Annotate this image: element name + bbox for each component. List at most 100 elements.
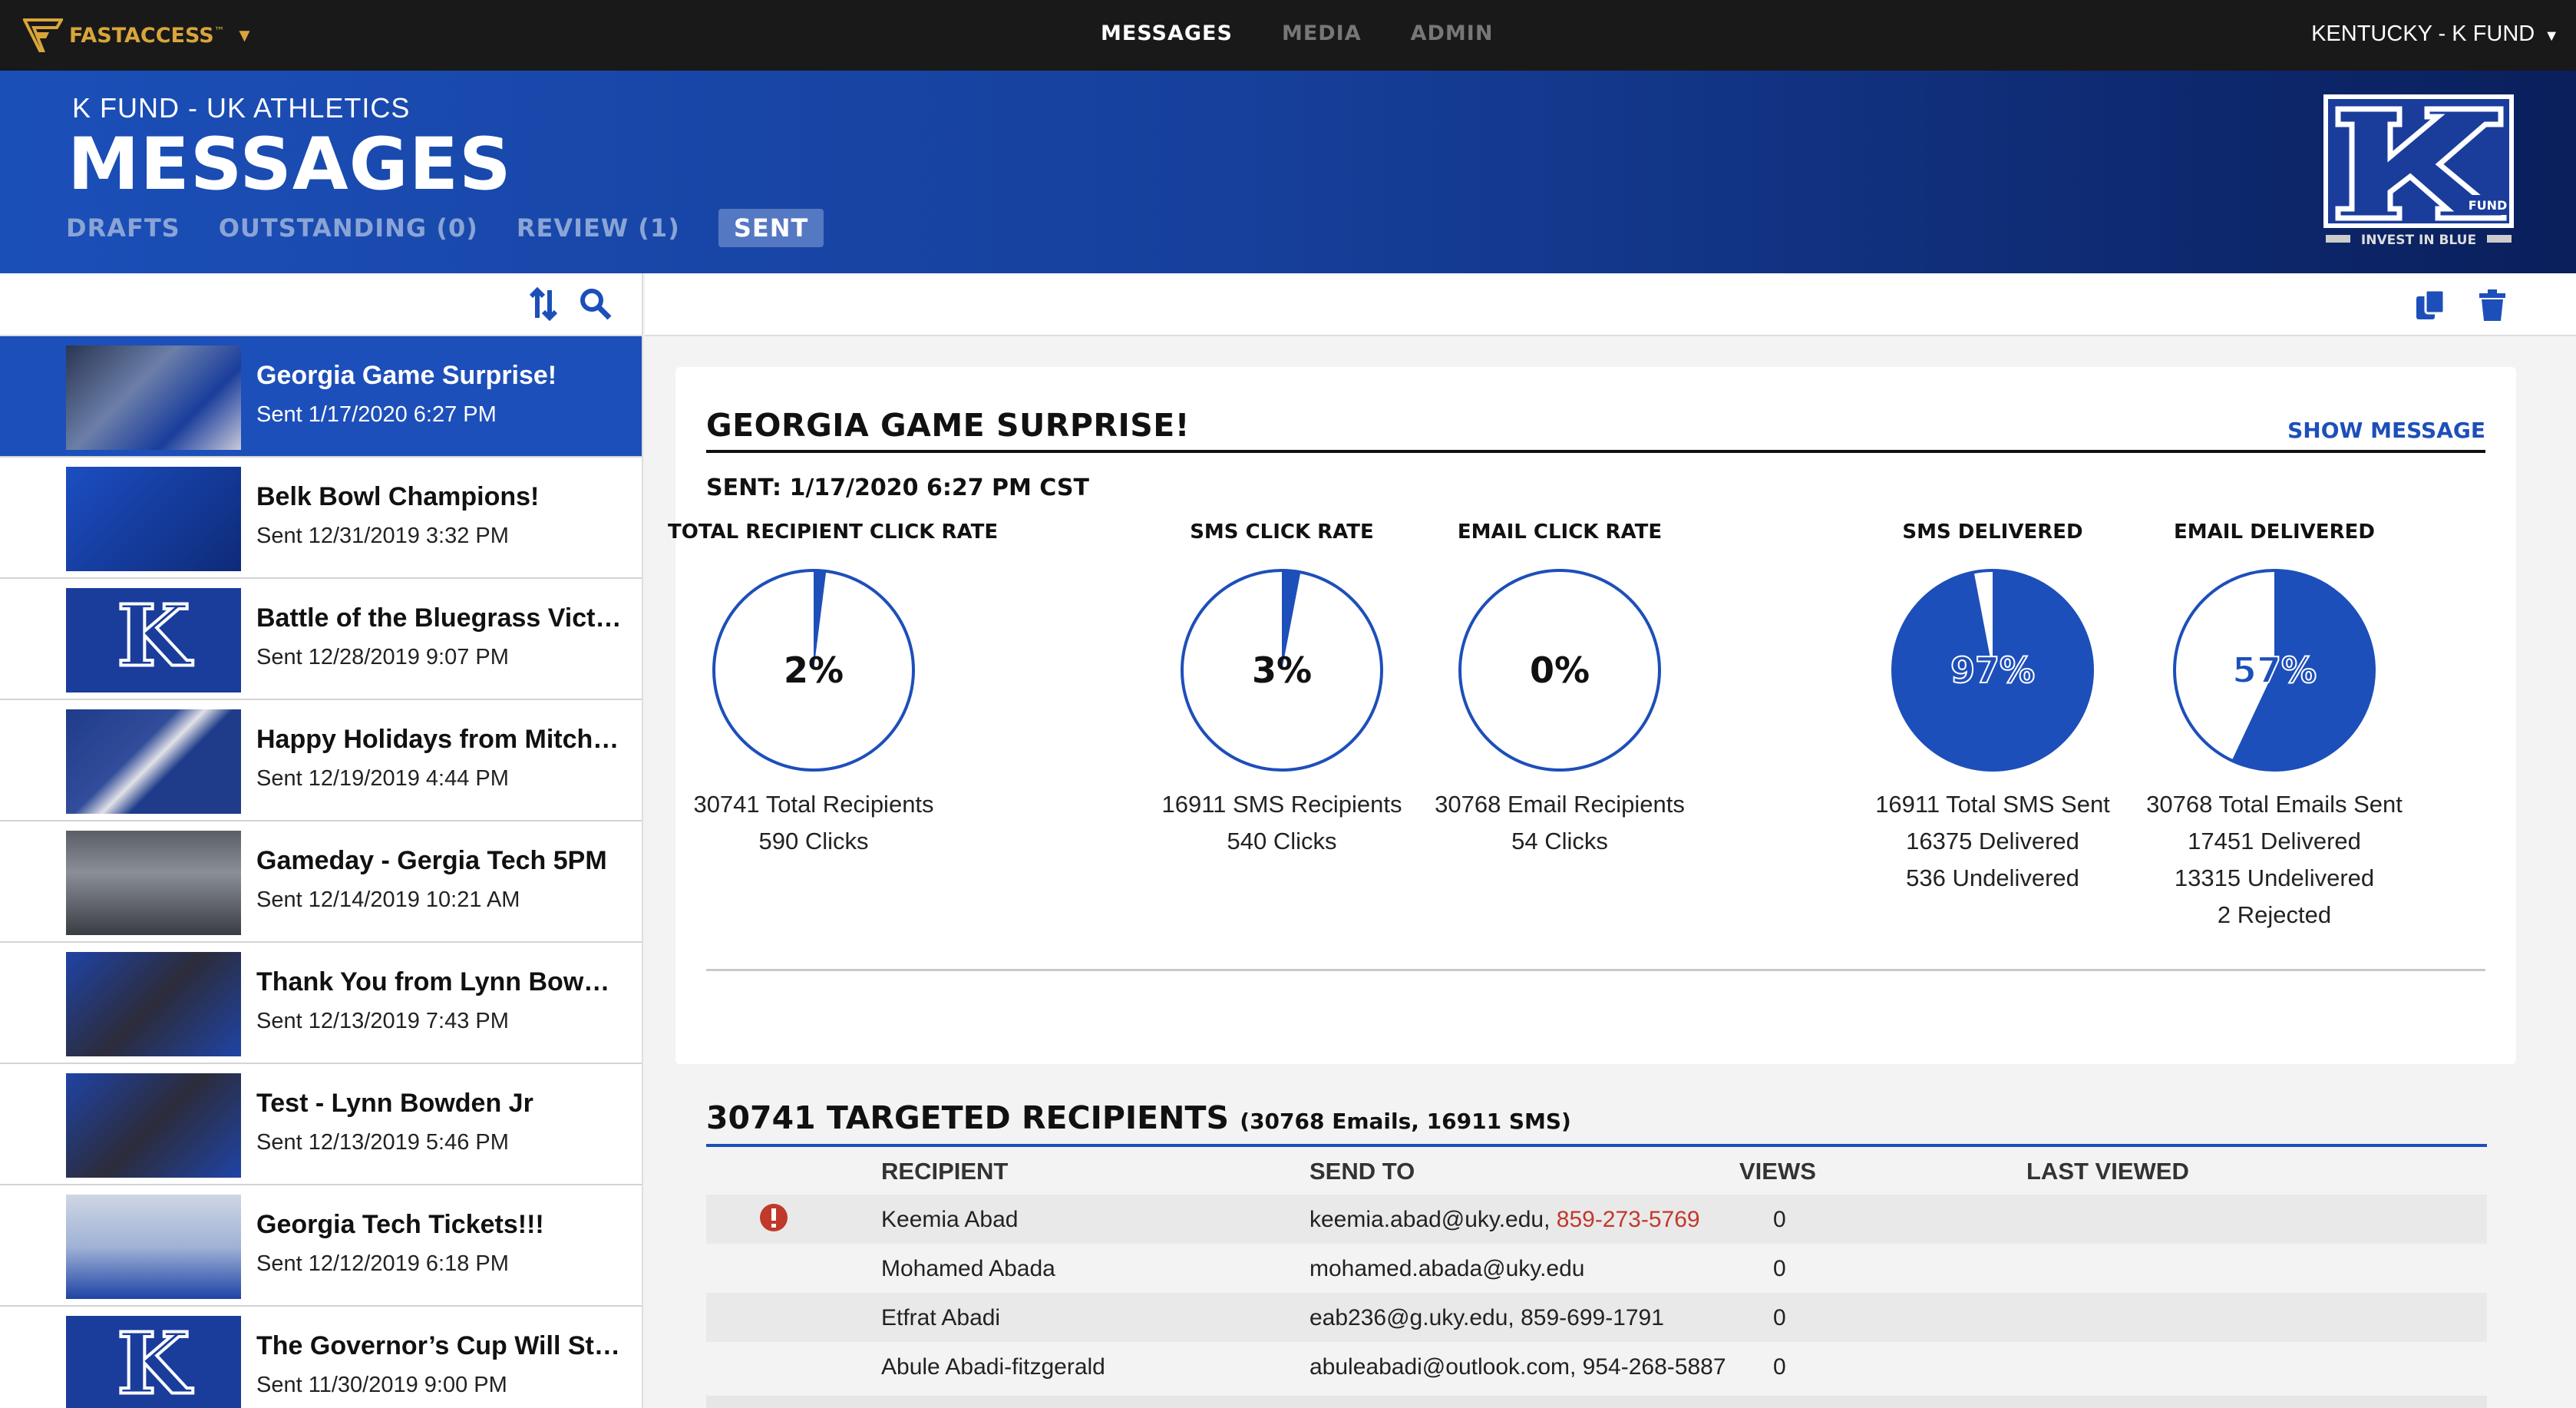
detail-title: GEORGIA GAME SURPRISE! bbox=[706, 407, 1190, 444]
nav-media[interactable]: MEDIA bbox=[1282, 21, 1362, 45]
message-date: Sent 1/17/2020 6:27 PM bbox=[256, 402, 497, 427]
alert-icon bbox=[760, 1204, 788, 1231]
message-detail-card: GEORGIA GAME SURPRISE! SHOW MESSAGE SENT… bbox=[668, 367, 2516, 1064]
stat-label: TOTAL RECIPIENT CLICK RATE bbox=[668, 521, 999, 544]
message-thumbnail bbox=[66, 952, 241, 1056]
message-list-item[interactable]: Gameday - Gergia Tech 5PM Sent 12/14/201… bbox=[0, 821, 642, 943]
message-list-item[interactable]: Georgia Tech Tickets!!! Sent 12/12/2019 … bbox=[0, 1185, 642, 1307]
logo-tagline: INVEST IN BLUE bbox=[2361, 233, 2476, 248]
show-message-link[interactable]: SHOW MESSAGE bbox=[2287, 418, 2485, 443]
table-row[interactable]: Keemia Abad keemia.abad@uky.edu, 859-273… bbox=[706, 1195, 2487, 1244]
message-title: Battle of the Bluegrass Vict… bbox=[256, 603, 622, 633]
message-thumbnail bbox=[66, 1195, 241, 1299]
sort-icon[interactable] bbox=[527, 287, 560, 321]
message-list-item[interactable]: Georgia Game Surprise! Sent 1/17/2020 6:… bbox=[0, 336, 642, 458]
table-row[interactable]: Etfrat Abadi eab236@g.uky.edu, 859-699-1… bbox=[706, 1293, 2487, 1342]
search-icon[interactable] bbox=[579, 287, 613, 321]
message-date: Sent 12/14/2019 10:21 AM bbox=[256, 887, 520, 912]
table-row[interactable]: Abule Abadi-fitzgerald abuleabadi@outloo… bbox=[706, 1342, 2487, 1391]
pie-percent-label: 2% bbox=[784, 649, 844, 691]
recipient-views: 0 bbox=[1773, 1305, 1786, 1330]
pie-percent-label: 0% bbox=[1530, 649, 1590, 691]
stat-line: 17451 Delivered bbox=[2188, 828, 2361, 854]
pie-chart: 2% bbox=[712, 569, 915, 772]
column-header-recipient[interactable]: RECIPIENT bbox=[881, 1158, 1008, 1185]
recipient-views: 0 bbox=[1773, 1207, 1786, 1232]
recipient-name: Mohamed Abada bbox=[881, 1256, 1055, 1281]
table-row[interactable]: Mohamed Abada mohamed.abada@uky.edu 0 bbox=[706, 1244, 2487, 1293]
account-menu[interactable]: KENTUCKY - K FUND ▼ bbox=[2311, 21, 2559, 47]
message-thumbnail bbox=[66, 1073, 241, 1178]
stat-line: 16911 Total SMS Sent bbox=[1875, 791, 2110, 818]
stat-label: EMAIL DELIVERED bbox=[2174, 521, 2375, 544]
sent-timestamp: SENT: 1/17/2020 6:27 PM CST bbox=[706, 474, 1089, 501]
page-title: MESSAGES bbox=[68, 123, 512, 207]
message-title: Georgia Tech Tickets!!! bbox=[256, 1210, 544, 1239]
message-list-item[interactable]: Test - Lynn Bowden Jr Sent 12/13/2019 5:… bbox=[0, 1064, 642, 1185]
recipients-count: 30741 TARGETED RECIPIENTS bbox=[706, 1099, 1229, 1136]
message-title: Happy Holidays from Mitch… bbox=[256, 725, 619, 754]
tab-outstanding[interactable]: OUTSTANDING (0) bbox=[219, 213, 478, 243]
page-header: K FUND - UK ATHLETICS MESSAGES DRAFTS OU… bbox=[0, 71, 2576, 273]
message-list-item[interactable]: Belk Bowl Champions! Sent 12/31/2019 3:3… bbox=[0, 458, 642, 579]
recipient-phone: 859-273-5769 bbox=[1556, 1207, 1700, 1232]
chevron-down-icon[interactable]: ▼ bbox=[236, 25, 254, 47]
logo-fund-text: FUND bbox=[2469, 198, 2508, 213]
stat-line: 536 Undelivered bbox=[1906, 864, 2079, 891]
pie-percent-label: 97% bbox=[1950, 649, 2035, 691]
pie-chart: 97% bbox=[1891, 569, 2094, 772]
stat-total-click-rate: TOTAL RECIPIENT CLICK RATE 2% 30741 Tota… bbox=[668, 521, 999, 860]
message-title: Gameday - Gergia Tech 5PM bbox=[256, 846, 607, 875]
message-list-item[interactable]: K The Governor’s Cup Will St… Sent 11/30… bbox=[0, 1307, 642, 1408]
message-list-item[interactable]: Happy Holidays from Mitch… Sent 12/19/20… bbox=[0, 700, 642, 821]
copy-icon[interactable] bbox=[2413, 287, 2449, 322]
org-name: K FUND - UK ATHLETICS bbox=[72, 92, 411, 124]
tab-sent[interactable]: SENT bbox=[718, 209, 824, 247]
nav-admin[interactable]: ADMIN bbox=[1411, 21, 1494, 45]
tab-review[interactable]: REVIEW (1) bbox=[517, 213, 680, 243]
column-header-views[interactable]: VIEWS bbox=[1739, 1158, 1816, 1185]
recipient-name: Etfrat Abadi bbox=[881, 1305, 1001, 1330]
recipient-name: Keemia Abad bbox=[881, 1207, 1019, 1232]
column-header-send-to[interactable]: SEND TO bbox=[1309, 1158, 1415, 1185]
tab-drafts[interactable]: DRAFTS bbox=[66, 213, 180, 243]
top-bar: FASTACCESS™ ▼ MESSAGES MEDIA ADMIN KENTU… bbox=[0, 0, 2576, 71]
message-thumbnail: K bbox=[66, 1316, 241, 1408]
recipient-views: 0 bbox=[1773, 1354, 1786, 1380]
message-list-item[interactable]: K Battle of the Bluegrass Vict… Sent 12/… bbox=[0, 579, 642, 700]
stat-label: SMS CLICK RATE bbox=[1190, 521, 1374, 544]
recipient-send-to: eab236@g.uky.edu, 859-699-1791 bbox=[1309, 1305, 1664, 1330]
pie-chart: 3% bbox=[1181, 569, 1383, 772]
recipient-send-to: mohamed.abada@uky.edu bbox=[1309, 1256, 1585, 1281]
stat-label: EMAIL CLICK RATE bbox=[1457, 521, 1663, 544]
message-list-item[interactable]: Thank You from Lynn Bowd… Sent 12/13/201… bbox=[0, 943, 642, 1064]
message-date: Sent 12/19/2019 4:44 PM bbox=[256, 766, 509, 791]
pie-chart: 57% bbox=[2173, 569, 2376, 772]
stat-email-delivered: EMAIL DELIVERED 57% 30768 Total Emails S… bbox=[2129, 521, 2420, 934]
k-fund-logo: FUND INVEST IN BLUE bbox=[2323, 94, 2514, 248]
stat-sms-delivered: SMS DELIVERED 97% 16911 Total SMS Sent 1… bbox=[1847, 521, 2138, 897]
message-date: Sent 12/13/2019 7:43 PM bbox=[256, 1009, 509, 1033]
message-title: Test - Lynn Bowden Jr bbox=[256, 1089, 533, 1118]
stat-sms-click-rate: SMS CLICK RATE 3% 16911 SMS Recipients 5… bbox=[1136, 521, 1428, 860]
message-thumbnail bbox=[66, 709, 241, 814]
message-thumbnail bbox=[66, 831, 241, 935]
column-header-last-viewed[interactable]: LAST VIEWED bbox=[2026, 1158, 2189, 1185]
recipients-breakdown: (30768 Emails, 16911 SMS) bbox=[1240, 1109, 1571, 1134]
message-title: The Governor’s Cup Will St… bbox=[256, 1331, 620, 1360]
stat-line: 30768 Email Recipients bbox=[1435, 791, 1685, 818]
recipient-send-to: keemia.abad@uky.edu, 859-273-5769 bbox=[1309, 1207, 1700, 1233]
trash-icon[interactable] bbox=[2475, 287, 2510, 322]
nav-messages[interactable]: MESSAGES bbox=[1101, 21, 1233, 45]
pie-percent-label: 57% bbox=[2232, 649, 2317, 691]
recipients-table: RECIPIENT SEND TO VIEWS LAST VIEWED Keem… bbox=[706, 1147, 2487, 1391]
stat-email-click-rate: EMAIL CLICK RATE 0% 30768 Email Recipien… bbox=[1414, 521, 1706, 860]
message-date: Sent 12/28/2019 9:07 PM bbox=[256, 645, 509, 669]
stat-line: 540 Clicks bbox=[1227, 828, 1337, 854]
divider bbox=[706, 969, 2485, 971]
stat-line: 590 Clicks bbox=[758, 828, 869, 854]
account-name: KENTUCKY - K FUND bbox=[2311, 21, 2535, 46]
fastaccess-logo[interactable]: FASTACCESS™ ▼ bbox=[23, 17, 253, 54]
main-nav: MESSAGES MEDIA ADMIN bbox=[1101, 21, 1493, 45]
message-date: Sent 12/31/2019 3:32 PM bbox=[256, 524, 509, 548]
